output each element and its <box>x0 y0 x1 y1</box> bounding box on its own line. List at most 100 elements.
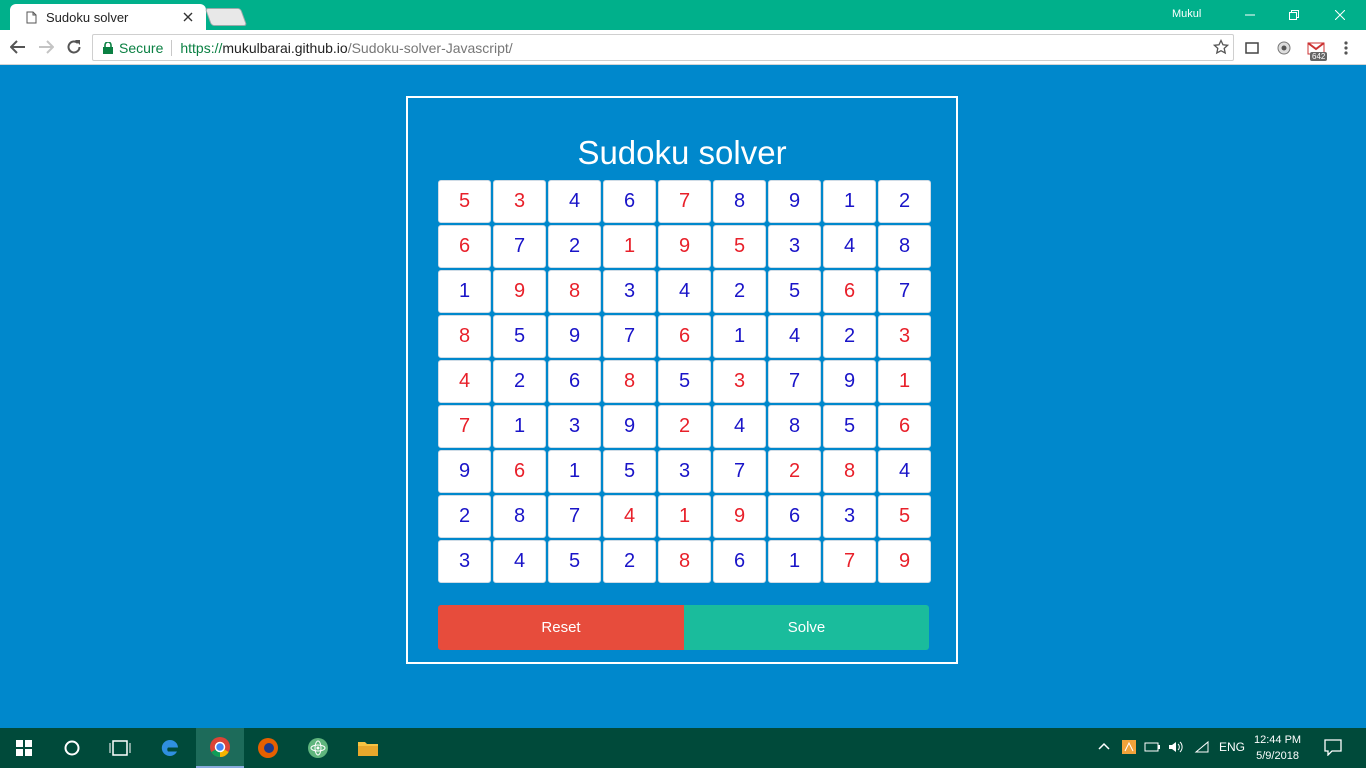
sudoku-cell[interactable]: 8 <box>603 360 656 403</box>
sudoku-cell[interactable]: 3 <box>603 270 656 313</box>
sudoku-cell[interactable]: 8 <box>438 315 491 358</box>
new-tab-button[interactable] <box>204 8 248 26</box>
edge-icon[interactable] <box>146 728 194 768</box>
sudoku-cell[interactable]: 9 <box>713 495 766 538</box>
menu-dots-icon[interactable] <box>1336 38 1356 58</box>
sudoku-cell[interactable]: 5 <box>438 180 491 223</box>
sudoku-cell[interactable]: 2 <box>603 540 656 583</box>
sudoku-cell[interactable]: 1 <box>713 315 766 358</box>
sudoku-cell[interactable]: 6 <box>603 180 656 223</box>
sudoku-cell[interactable]: 1 <box>493 405 546 448</box>
sudoku-cell[interactable]: 6 <box>878 405 931 448</box>
sudoku-cell[interactable]: 5 <box>493 315 546 358</box>
sudoku-cell[interactable]: 5 <box>768 270 821 313</box>
system-clock[interactable]: 12:44 PM 5/9/2018 <box>1254 732 1301 764</box>
sudoku-cell[interactable]: 3 <box>658 450 711 493</box>
sudoku-cell[interactable]: 2 <box>768 450 821 493</box>
sudoku-cell[interactable]: 8 <box>713 180 766 223</box>
sudoku-cell[interactable]: 9 <box>438 450 491 493</box>
sudoku-cell[interactable]: 1 <box>548 450 601 493</box>
sudoku-cell[interactable]: 4 <box>603 495 656 538</box>
language-indicator[interactable]: ENG <box>1219 740 1245 754</box>
sudoku-cell[interactable]: 4 <box>823 225 876 268</box>
sudoku-cell[interactable]: 6 <box>438 225 491 268</box>
sudoku-cell[interactable]: 1 <box>823 180 876 223</box>
sudoku-cell[interactable]: 5 <box>713 225 766 268</box>
sudoku-cell[interactable]: 9 <box>493 270 546 313</box>
sudoku-cell[interactable]: 1 <box>878 360 931 403</box>
sudoku-cell[interactable]: 7 <box>658 180 711 223</box>
sudoku-cell[interactable]: 8 <box>493 495 546 538</box>
profile-name[interactable]: Mukul <box>1172 8 1201 20</box>
sudoku-cell[interactable]: 1 <box>768 540 821 583</box>
sudoku-cell[interactable]: 4 <box>493 540 546 583</box>
cortana-icon[interactable] <box>48 728 96 768</box>
sudoku-cell[interactable]: 7 <box>823 540 876 583</box>
wifi-icon[interactable] <box>1194 740 1210 757</box>
sudoku-cell[interactable]: 7 <box>878 270 931 313</box>
sudoku-cell[interactable]: 4 <box>713 405 766 448</box>
sudoku-cell[interactable]: 8 <box>548 270 601 313</box>
file-explorer-icon[interactable] <box>344 728 392 768</box>
tray-app-icon[interactable] <box>1122 740 1136 757</box>
reset-button[interactable]: Reset <box>438 605 684 650</box>
battery-icon[interactable] <box>1144 740 1162 757</box>
sudoku-cell[interactable]: 9 <box>823 360 876 403</box>
sudoku-cell[interactable]: 9 <box>603 405 656 448</box>
task-view-icon[interactable] <box>96 728 144 768</box>
sudoku-cell[interactable]: 3 <box>768 225 821 268</box>
sudoku-cell[interactable]: 7 <box>493 225 546 268</box>
sudoku-cell[interactable]: 4 <box>548 180 601 223</box>
sudoku-cell[interactable]: 2 <box>823 315 876 358</box>
sudoku-cell[interactable]: 2 <box>493 360 546 403</box>
firefox-icon[interactable] <box>244 728 292 768</box>
restore-button[interactable] <box>1272 0 1316 30</box>
sudoku-cell[interactable]: 5 <box>603 450 656 493</box>
chrome-icon[interactable] <box>196 728 244 768</box>
sudoku-cell[interactable]: 2 <box>438 495 491 538</box>
sudoku-cell[interactable]: 9 <box>658 225 711 268</box>
sudoku-cell[interactable]: 6 <box>548 360 601 403</box>
minimize-button[interactable] <box>1228 0 1272 30</box>
solve-button[interactable]: Solve <box>684 605 929 650</box>
start-icon[interactable] <box>0 728 48 768</box>
close-tab-icon[interactable] <box>180 9 196 25</box>
sudoku-cell[interactable]: 6 <box>493 450 546 493</box>
sudoku-cell[interactable]: 5 <box>658 360 711 403</box>
address-bar[interactable]: Secure https:// mukulbarai.github.io /Su… <box>92 34 1234 61</box>
chevron-up-icon[interactable] <box>1098 740 1110 754</box>
sudoku-cell[interactable]: 9 <box>878 540 931 583</box>
close-window-button[interactable] <box>1318 0 1362 30</box>
sudoku-cell[interactable]: 5 <box>823 405 876 448</box>
extension-eye-icon[interactable] <box>1274 38 1294 58</box>
sudoku-cell[interactable]: 6 <box>823 270 876 313</box>
back-icon[interactable] <box>8 37 28 57</box>
sudoku-cell[interactable]: 5 <box>878 495 931 538</box>
sudoku-cell[interactable]: 6 <box>713 540 766 583</box>
sudoku-cell[interactable]: 1 <box>658 495 711 538</box>
sudoku-cell[interactable]: 8 <box>658 540 711 583</box>
sudoku-cell[interactable]: 3 <box>493 180 546 223</box>
sudoku-cell[interactable]: 9 <box>548 315 601 358</box>
sudoku-cell[interactable]: 3 <box>548 405 601 448</box>
sudoku-cell[interactable]: 3 <box>438 540 491 583</box>
sudoku-cell[interactable]: 4 <box>438 360 491 403</box>
sudoku-cell[interactable]: 1 <box>438 270 491 313</box>
screen-capture-icon[interactable] <box>1242 38 1262 58</box>
forward-icon[interactable] <box>36 37 56 57</box>
sudoku-cell[interactable]: 7 <box>438 405 491 448</box>
sudoku-cell[interactable]: 7 <box>548 495 601 538</box>
sudoku-cell[interactable]: 2 <box>713 270 766 313</box>
sudoku-cell[interactable]: 4 <box>658 270 711 313</box>
reload-icon[interactable] <box>64 37 84 57</box>
sudoku-cell[interactable]: 3 <box>878 315 931 358</box>
bookmark-star-icon[interactable] <box>1212 38 1230 55</box>
atom-icon[interactable] <box>294 728 342 768</box>
sudoku-cell[interactable]: 2 <box>878 180 931 223</box>
sudoku-cell[interactable]: 9 <box>768 180 821 223</box>
sudoku-cell[interactable]: 8 <box>823 450 876 493</box>
browser-tab[interactable]: Sudoku solver <box>10 4 206 30</box>
sudoku-cell[interactable]: 5 <box>548 540 601 583</box>
sudoku-cell[interactable]: 4 <box>878 450 931 493</box>
sudoku-cell[interactable]: 8 <box>768 405 821 448</box>
